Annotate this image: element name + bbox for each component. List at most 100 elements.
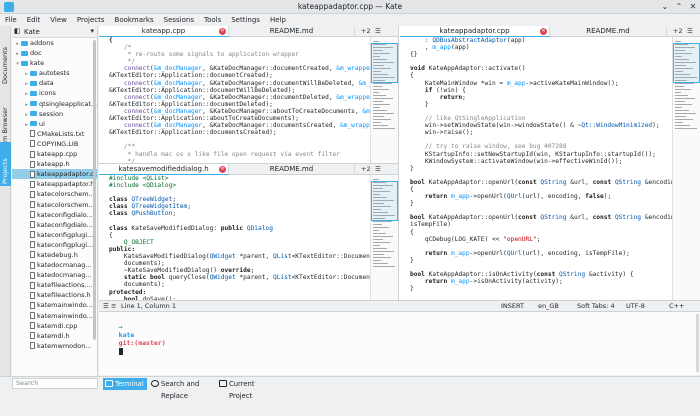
- document-tab[interactable]: kateapp.cpp ✕: [99, 26, 229, 37]
- code-line: */: [109, 58, 370, 65]
- spellcheck-language[interactable]: en_GB: [538, 301, 559, 311]
- menu-item-view[interactable]: View: [45, 14, 72, 26]
- expand-arrow-icon[interactable]: ▾: [14, 59, 21, 68]
- code-token: }: [410, 200, 414, 208]
- document-tab[interactable]: kateappadaptor.cpp ✕: [400, 26, 550, 37]
- tree-folder[interactable]: ▸ autotests: [12, 68, 97, 78]
- expand-arrow-icon[interactable]: ▸: [14, 39, 21, 48]
- menu-item-sessions[interactable]: Sessions: [159, 14, 199, 26]
- more-tabs-button[interactable]: +2: [673, 27, 683, 35]
- indentation-settings[interactable]: Soft Tabs: 4: [577, 301, 615, 311]
- tree-view-icon[interactable]: ≡: [111, 301, 116, 311]
- tree-file[interactable]: katemdi.cpp: [12, 321, 97, 331]
- tree-folder[interactable]: ▸ icons: [12, 88, 97, 98]
- tree-file[interactable]: katedocmanag...: [12, 260, 97, 270]
- tab-projects[interactable]: Projects: [0, 142, 11, 186]
- minimap[interactable]: [672, 37, 700, 300]
- project-selector-icon[interactable]: ◧: [14, 27, 21, 35]
- tree-folder[interactable]: ▸ session: [12, 109, 97, 119]
- tree-file[interactable]: katedocmanag...: [12, 270, 97, 280]
- code-view[interactable]: #include <QList> #include <QDialog> class …: [99, 175, 370, 300]
- document-tab[interactable]: README.md: [229, 26, 355, 37]
- document-tab[interactable]: README.md: [229, 164, 355, 175]
- expand-arrow-icon[interactable]: ▸: [23, 69, 30, 78]
- close-window-icon[interactable]: ✕: [688, 2, 698, 12]
- menu-item-bookmarks[interactable]: Bookmarks: [110, 14, 159, 26]
- code-view[interactable]: { /* * re-route some signals to applicat…: [99, 37, 370, 163]
- tree-file[interactable]: kateconfigdialo...: [12, 210, 97, 220]
- tree-file[interactable]: katecolorschem...: [12, 189, 97, 199]
- terminal-panel[interactable]: → kate git:(master): [99, 311, 700, 375]
- expand-arrow-icon[interactable]: ▸: [23, 79, 30, 88]
- editor-pane-right[interactable]: kateappadaptor.cpp ✕ README.md +2 ☰ : QDBusA…: [400, 26, 700, 300]
- expand-arrow-icon[interactable]: ▸: [14, 49, 21, 58]
- more-tabs-button[interactable]: +2: [361, 165, 371, 173]
- tree-file[interactable]: kateapp.h: [12, 159, 97, 169]
- tree-file[interactable]: COPYING.LIB: [12, 139, 97, 149]
- code-view[interactable]: : QDBusAbstractAdaptor(app) , m_app(app)…: [400, 37, 672, 300]
- editor-pane-top-left[interactable]: kateapp.cpp ✕ README.md +2 ☰ { /* * re-route …: [99, 26, 399, 164]
- close-tab-icon[interactable]: ✕: [219, 166, 226, 173]
- tree-file[interactable]: kateconfigdialo...: [12, 220, 97, 230]
- tree-file[interactable]: katemdi.h: [12, 331, 97, 341]
- tree-folder[interactable]: ▾ kate: [12, 58, 97, 68]
- maximize-icon[interactable]: ⌃: [674, 2, 684, 12]
- tab-documents[interactable]: Documents: [0, 28, 11, 86]
- tree-file[interactable]: katefileactions....: [12, 280, 97, 290]
- tree-folder[interactable]: ▸ qtsingleapplicat...: [12, 99, 97, 109]
- tree-file[interactable]: katemainwindo...: [12, 311, 97, 321]
- tab-current-project[interactable]: Current Project: [217, 378, 275, 400]
- tree-folder[interactable]: ▸ doc: [12, 48, 97, 58]
- tree-folder[interactable]: ▸ ui: [12, 119, 97, 129]
- tree-file[interactable]: CMakeLists.txt: [12, 129, 97, 139]
- sidebar-search-input[interactable]: Search: [12, 378, 98, 389]
- menu-item-projects[interactable]: Projects: [72, 14, 110, 26]
- tree-file[interactable]: kateconfigplugi...: [12, 230, 97, 240]
- minimap-line: [675, 50, 685, 51]
- tab-terminal[interactable]: Terminal: [103, 378, 147, 390]
- minimap[interactable]: [370, 37, 398, 163]
- file-encoding[interactable]: UTF-8: [626, 301, 645, 311]
- minimap[interactable]: [370, 175, 398, 300]
- menu-item-file[interactable]: File: [0, 14, 22, 26]
- expand-arrow-icon[interactable]: ▸: [23, 100, 30, 109]
- tree-file[interactable]: kateapp.cpp: [12, 149, 97, 159]
- sidebar-scrollbar[interactable]: [93, 40, 96, 340]
- expand-arrow-icon[interactable]: ▸: [23, 120, 30, 129]
- code-token: "openURL": [503, 235, 537, 243]
- project-name[interactable]: Kate: [24, 28, 40, 36]
- terminal-scrollbar[interactable]: [696, 314, 699, 372]
- tab-search-replace[interactable]: Search and Replace: [149, 378, 215, 400]
- close-tab-icon[interactable]: ✕: [219, 28, 226, 35]
- tree-file[interactable]: kateappadaptor.c...: [12, 169, 97, 180]
- more-tabs-button[interactable]: +2: [361, 27, 371, 35]
- tree-file[interactable]: katemwmodon...: [12, 341, 97, 351]
- document-tab[interactable]: katesavemodifieddialog.h ✕: [99, 164, 229, 175]
- menu-item-settings[interactable]: Settings: [226, 14, 265, 26]
- syntax-mode[interactable]: C++: [669, 301, 684, 311]
- tree-folder[interactable]: ▸ data: [12, 78, 97, 88]
- pane-menu-icon[interactable]: ☰: [687, 27, 693, 35]
- input-mode[interactable]: INSERT: [501, 301, 524, 311]
- document-tab[interactable]: README.md: [550, 26, 667, 37]
- expand-arrow-icon[interactable]: ▸: [23, 110, 30, 119]
- editor-pane-bottom-left[interactable]: katesavemodifieddialog.h ✕ README.md +2 ☰ #in…: [99, 164, 399, 300]
- menu-item-tools[interactable]: Tools: [199, 14, 226, 26]
- tree-file[interactable]: katedebug.h: [12, 250, 97, 260]
- tree-file[interactable]: katemainwindo...: [12, 300, 97, 310]
- sidebar-toggle-icon[interactable]: ☰: [103, 301, 109, 311]
- tree-folder[interactable]: ▸ addons: [12, 38, 97, 48]
- minimize-icon[interactable]: ⌄: [660, 2, 670, 12]
- cursor-position[interactable]: Line 1, Column 1: [121, 301, 176, 311]
- menu-item-edit[interactable]: Edit: [22, 14, 46, 26]
- expand-arrow-icon[interactable]: ▸: [23, 89, 30, 98]
- close-tab-icon[interactable]: ✕: [540, 28, 547, 35]
- tree-file[interactable]: katecolorschem...: [12, 200, 97, 210]
- tree-file[interactable]: kateconfigplugi...: [12, 240, 97, 250]
- project-dropdown-icon[interactable]: ▾: [90, 27, 94, 35]
- pane-menu-icon[interactable]: ☰: [375, 27, 381, 35]
- menu-item-help[interactable]: Help: [265, 14, 291, 26]
- tree-file[interactable]: kateappadaptor.h: [12, 179, 97, 189]
- pane-menu-icon[interactable]: ☰: [375, 165, 381, 173]
- tree-file[interactable]: katefileactions.h: [12, 290, 97, 300]
